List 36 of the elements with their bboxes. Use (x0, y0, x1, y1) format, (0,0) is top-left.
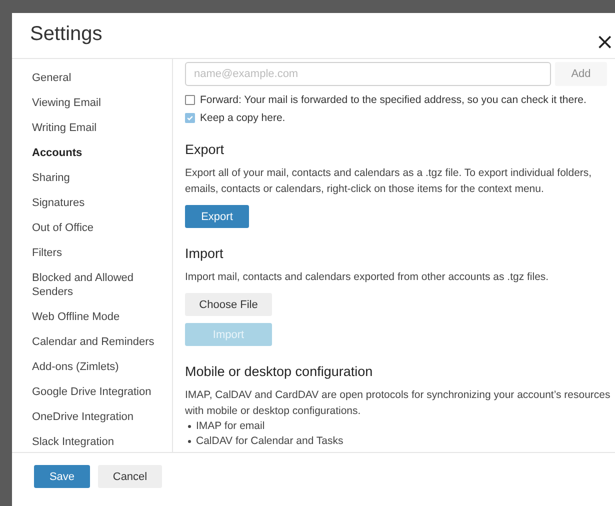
checkbox-label: Keep a copy here. (200, 112, 286, 124)
bullet-icon (188, 440, 191, 443)
sidebar-item[interactable]: Viewing Email (32, 90, 162, 115)
sidebar-item[interactable]: Web Offline Mode (32, 304, 162, 329)
sidebar-item[interactable]: General (32, 65, 162, 90)
sidebar-item[interactable]: OneDrive Integration (32, 404, 162, 429)
section-description: Import mail, contacts and calendars exported from other accounts as .tgz files. (185, 270, 550, 285)
footer-button[interactable]: Save (34, 465, 90, 488)
sidebar-item[interactable]: Writing Email (32, 115, 162, 140)
action-button[interactable]: Choose File (185, 293, 272, 316)
list-item: CalDAV for Calendar and Tasks (196, 434, 344, 449)
sidebar-item[interactable]: Calendar and Reminders (32, 329, 162, 354)
list-item: IMAP for email (196, 419, 265, 434)
section-heading: Export (185, 142, 226, 157)
sidebar-item[interactable]: Google Drive Integration (32, 379, 162, 404)
sidebar-item[interactable]: Accounts (32, 140, 162, 165)
bullet-icon (188, 425, 191, 428)
section-description: Export all of your mail, contacts and calendars as a .tgz file. To export individual folders, emails, contacts or calendars, right-click on those items for the context menu. (185, 166, 593, 197)
sidebar-item[interactable]: Signatures (32, 190, 162, 215)
sidebar-item[interactable]: Out of Office (32, 215, 162, 240)
checkbox[interactable] (185, 113, 195, 123)
email-input-field[interactable]: name@example.com (185, 62, 551, 86)
sidebar-item[interactable]: Filters (32, 240, 162, 265)
sidebar-item[interactable]: Sharing (32, 165, 162, 190)
sidebar-item[interactable]: Slack Integration (32, 429, 162, 452)
checkbox-label: Forward: Your mail is forwarded to the specified address, so you can check it there. (200, 94, 586, 106)
section-description: IMAP, CalDAV and CardDAV are open protocols for synchronizing your account’s resources with mobile or desktop configurations. (185, 388, 612, 419)
section-heading: Import (185, 246, 224, 261)
dialog-title: Settings (30, 23, 102, 46)
sidebar-item[interactable]: Blocked and Allowed Senders (32, 265, 162, 304)
footer-button[interactable]: Cancel (98, 465, 162, 488)
close-button[interactable]: × (592, 32, 615, 54)
checkbox[interactable] (185, 95, 195, 105)
section-heading: Mobile or desktop configuration (185, 364, 374, 379)
action-button[interactable]: Export (185, 205, 249, 228)
sidebar-item[interactable]: Add-ons (Zimlets) (32, 354, 162, 379)
